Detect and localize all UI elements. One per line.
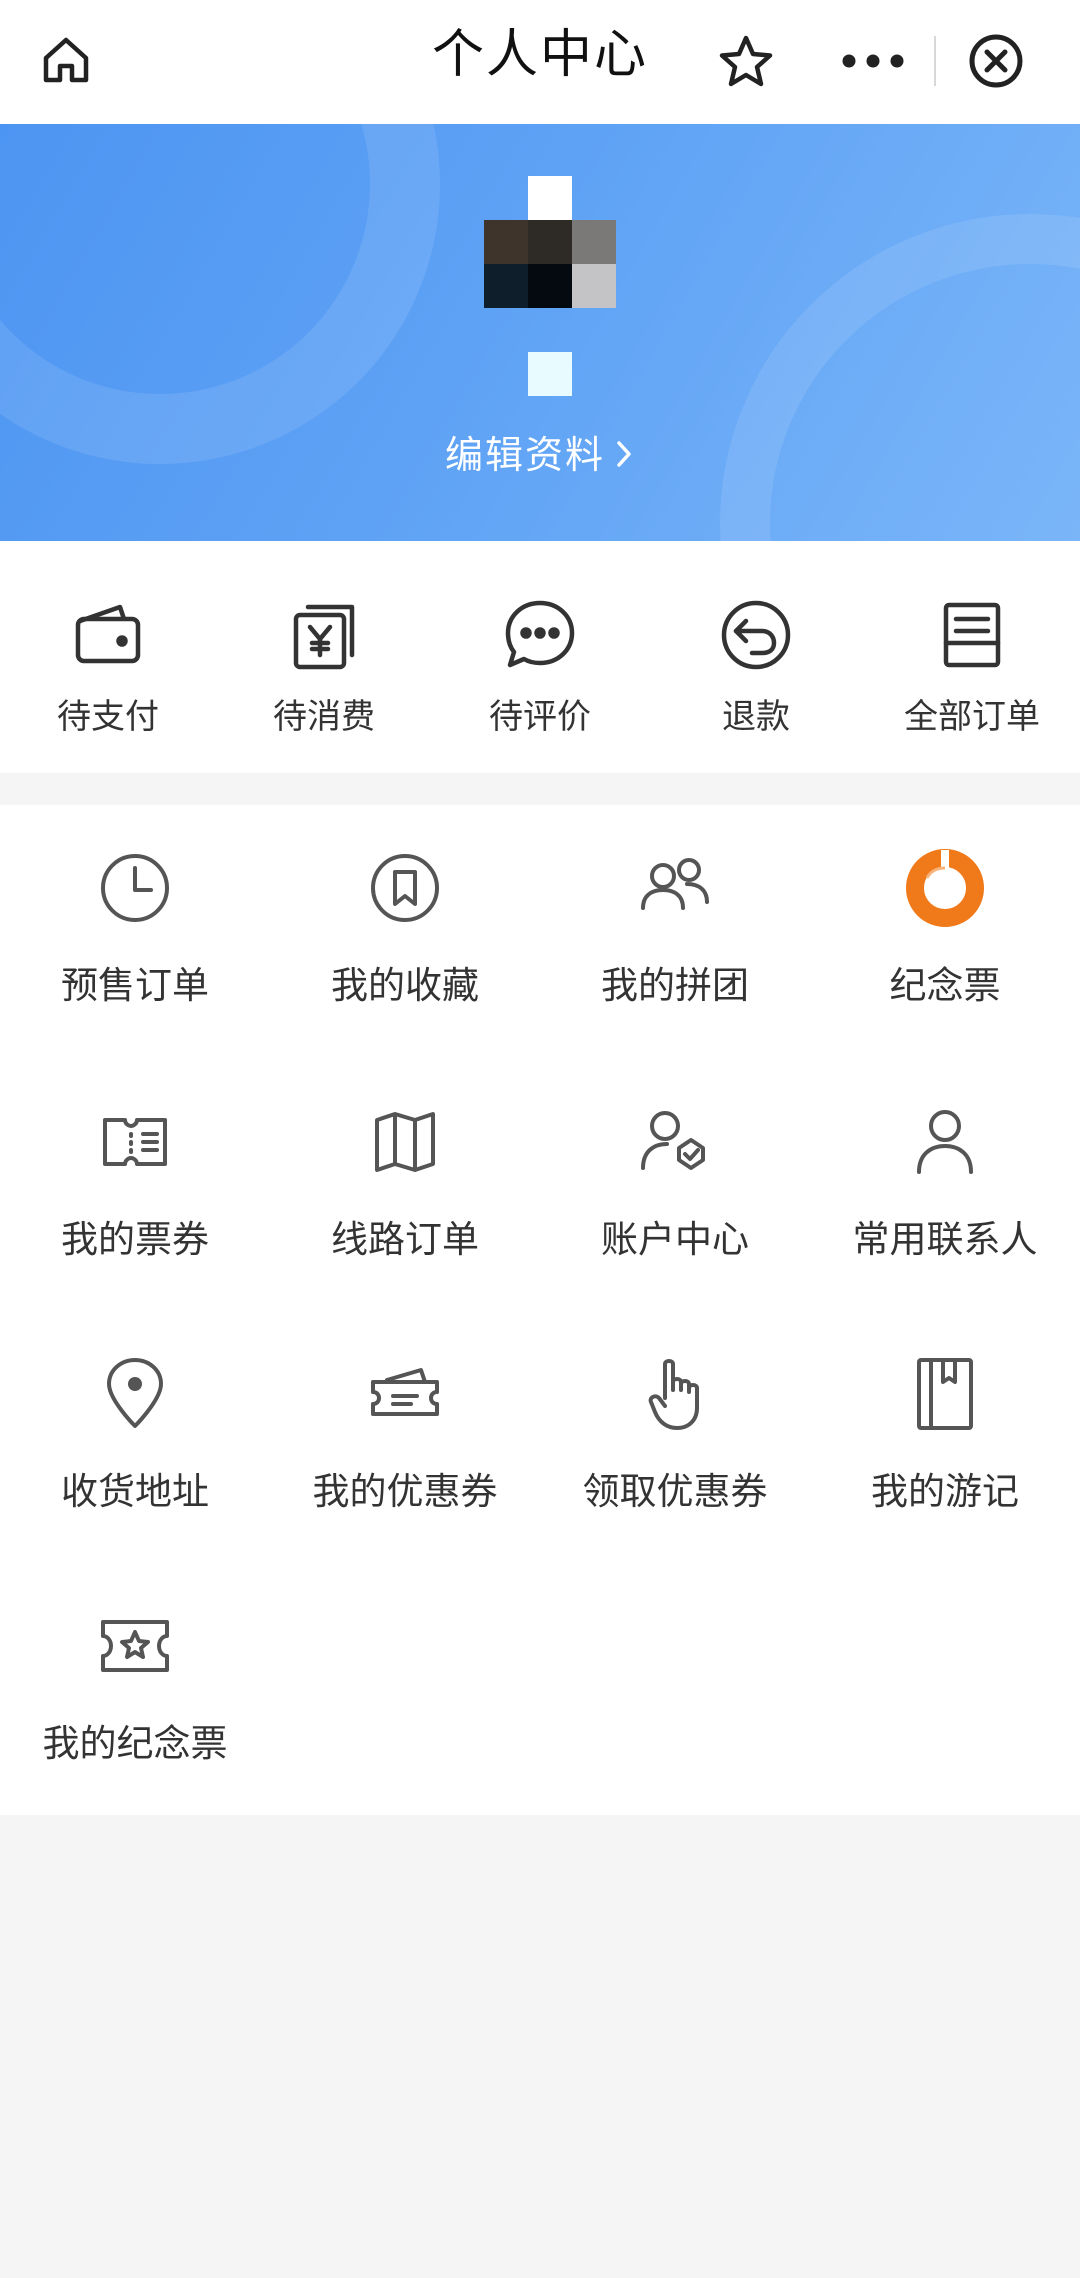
- feature-label: 线路订单: [331, 1218, 479, 1261]
- contact-icon: [900, 1097, 990, 1187]
- order-pending-review[interactable]: 待评价: [432, 541, 648, 773]
- hand-pointer-icon: [630, 1349, 720, 1439]
- order-label: 待评价: [489, 697, 591, 737]
- feature-account-center[interactable]: 账户中心: [540, 1059, 810, 1309]
- order-list-icon: [932, 595, 1012, 675]
- feature-group-buy[interactable]: 我的拼团: [540, 805, 810, 1055]
- feature-my-tickets[interactable]: 我的票券: [0, 1059, 270, 1309]
- feature-label: 账户中心: [601, 1218, 749, 1261]
- order-all[interactable]: 全部订单: [864, 541, 1080, 773]
- group-icon: [630, 843, 720, 933]
- feature-route-orders[interactable]: 线路订单: [270, 1059, 540, 1309]
- background-decoration: [0, 124, 440, 464]
- bookmark-icon: [360, 843, 450, 933]
- close-circle-icon[interactable]: [936, 16, 1056, 106]
- feature-address[interactable]: 收货地址: [0, 1311, 270, 1561]
- chevron-right-icon: [613, 436, 635, 480]
- comment-icon: [500, 595, 580, 675]
- feature-label: 我的票券: [61, 1218, 209, 1261]
- feature-label: 我的收藏: [331, 964, 479, 1007]
- edit-profile-link[interactable]: 编辑资料: [0, 424, 1080, 480]
- feature-contacts[interactable]: 常用联系人: [810, 1059, 1080, 1309]
- order-label: 待消费: [273, 697, 375, 737]
- notebook-icon: [900, 1349, 990, 1439]
- feature-label: 我的纪念票: [42, 1722, 228, 1765]
- feature-presale-orders[interactable]: 预售订单: [0, 805, 270, 1055]
- order-pending-payment[interactable]: 待支付: [0, 541, 216, 773]
- refund-icon: [716, 595, 796, 675]
- feature-label: 我的优惠券: [312, 1470, 498, 1513]
- feature-label: 我的游记: [871, 1470, 1019, 1513]
- feature-get-coupons[interactable]: 领取优惠券: [540, 1311, 810, 1561]
- souvenir-ticket-icon: [900, 843, 990, 933]
- feature-label: 纪念票: [889, 964, 1001, 1007]
- feature-grid: 预售订单 我的收藏 我的拼团 纪念票 我的票券 线路订单 账户中心 常用联系人 …: [0, 805, 1080, 1815]
- order-shortcuts: 待支付 待消费 待评价 退款 全部订单: [0, 541, 1080, 773]
- star-ticket-icon: [90, 1601, 180, 1691]
- coupon-icon: [360, 1349, 450, 1439]
- top-bar: 个人中心: [0, 0, 1080, 124]
- feature-travel-notes[interactable]: 我的游记: [810, 1311, 1080, 1561]
- feature-souvenir-ticket[interactable]: 纪念票: [810, 805, 1080, 1055]
- feature-label: 领取优惠券: [582, 1470, 768, 1513]
- feature-label: 预售订单: [61, 964, 209, 1007]
- feature-favorites[interactable]: 我的收藏: [270, 805, 540, 1055]
- feature-my-coupons[interactable]: 我的优惠券: [270, 1311, 540, 1561]
- feature-label: 常用联系人: [852, 1218, 1038, 1261]
- star-icon[interactable]: [710, 26, 782, 98]
- feature-label: 我的拼团: [601, 964, 749, 1007]
- ticket-icon: [90, 1097, 180, 1187]
- order-pending-use[interactable]: 待消费: [216, 541, 432, 773]
- order-label: 待支付: [57, 697, 159, 737]
- wallet-icon: [68, 595, 148, 675]
- account-verified-icon: [630, 1097, 720, 1187]
- capsule-menu: [812, 16, 1056, 106]
- clock-icon: [90, 843, 180, 933]
- order-label: 全部订单: [904, 697, 1040, 737]
- avatar[interactable]: [484, 176, 616, 396]
- profile-header: 编辑资料: [0, 124, 1080, 541]
- more-dots-icon[interactable]: [812, 16, 934, 106]
- background-decoration: [720, 214, 1080, 541]
- feature-label: 收货地址: [61, 1470, 209, 1513]
- edit-profile-label: 编辑资料: [444, 433, 605, 477]
- location-pin-icon: [90, 1349, 180, 1439]
- order-label: 退款: [722, 697, 790, 737]
- feature-my-souvenir-tickets[interactable]: 我的纪念票: [0, 1563, 270, 1813]
- order-refund[interactable]: 退款: [648, 541, 864, 773]
- map-icon: [360, 1097, 450, 1187]
- voucher-yen-icon: [284, 595, 364, 675]
